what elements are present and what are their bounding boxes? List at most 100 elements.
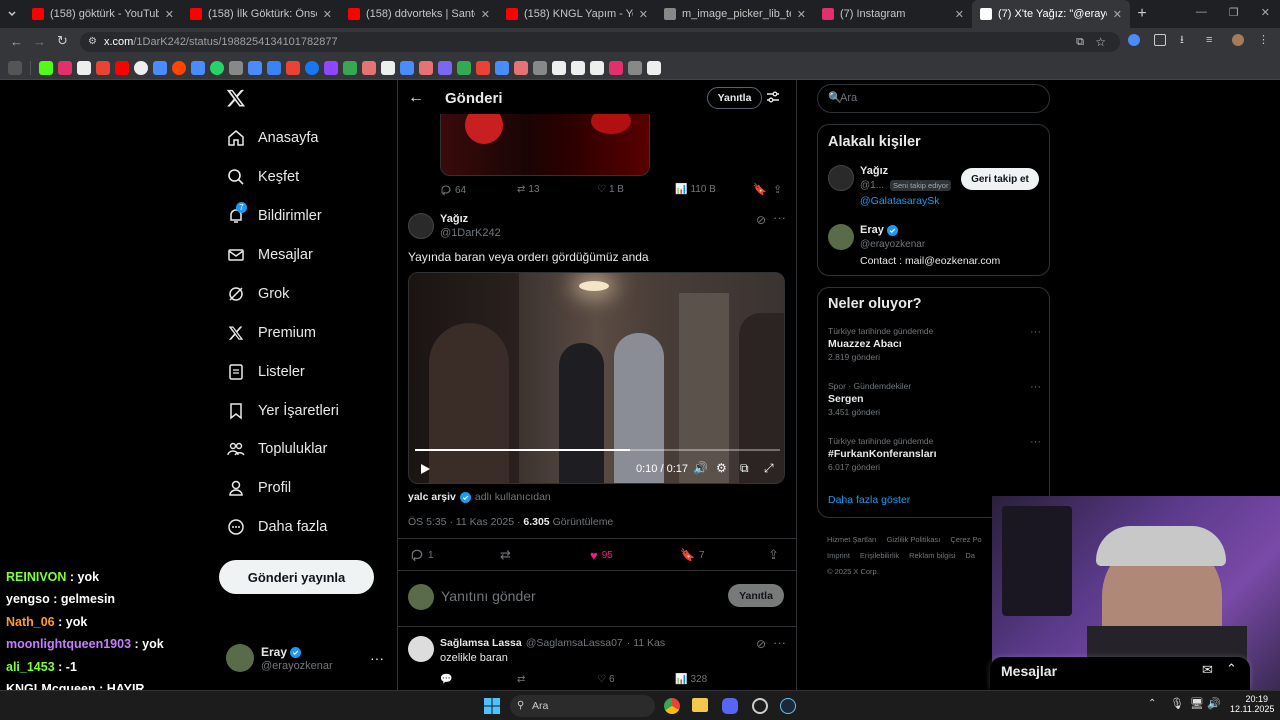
- video-source-name[interactable]: yalc arşiv: [408, 491, 456, 503]
- whatsapp-bookmark-icon[interactable]: [210, 60, 224, 75]
- extension-icon[interactable]: [1128, 34, 1140, 46]
- prev-retweet-action[interactable]: ⇄ 13: [517, 184, 540, 195]
- reply-author-name[interactable]: Sağlamsa Lassa: [440, 637, 522, 649]
- browser-tab[interactable]: (7) X'te Yağız: "@erayozkenar Y ✕: [972, 0, 1130, 28]
- bookmark-icon-13[interactable]: [457, 60, 471, 75]
- trend-more-icon[interactable]: ···: [1030, 381, 1041, 393]
- reply-retweet-icon[interactable]: ⇄: [517, 674, 525, 685]
- chrome-taskbar-icon[interactable]: [664, 698, 680, 714]
- previous-tweet-media[interactable]: [440, 114, 650, 176]
- address-bar[interactable]: ⚙ x.com/1DarK242/status/1988254134101782…: [80, 32, 1120, 52]
- tab-close-icon[interactable]: ✕: [481, 8, 490, 21]
- tweet-author-avatar[interactable]: [408, 213, 434, 239]
- trend-item[interactable]: Türkiye tarihinde gündemde Muazzez Abacı…: [828, 326, 1041, 362]
- video-progress-track[interactable]: [415, 449, 780, 451]
- settings-icon[interactable]: ⚙: [716, 461, 727, 475]
- twitch-bookmark-icon[interactable]: [324, 60, 338, 75]
- footer-link[interactable]: Da: [965, 551, 975, 560]
- tweet-more-icon[interactable]: ···: [773, 210, 786, 225]
- browser-tab[interactable]: (158) göktürk - YouTube ✕: [24, 0, 182, 28]
- youtube-bookmark-icon[interactable]: [115, 60, 129, 75]
- reply-date[interactable]: · 11 Kas: [627, 637, 665, 649]
- facebook-bookmark-icon[interactable]: [305, 60, 319, 75]
- like-action[interactable]: ♥ 95: [590, 548, 613, 563]
- network-icon[interactable]: 🖥: [1190, 697, 1204, 710]
- account-name-row[interactable]: Eray: [261, 645, 302, 659]
- bookmark-icon-6[interactable]: [286, 60, 300, 75]
- reply-views-action[interactable]: 📊 328: [675, 674, 707, 685]
- trend-more-icon[interactable]: ···: [1030, 326, 1041, 338]
- account-more-icon[interactable]: ···: [370, 650, 384, 666]
- account-avatar[interactable]: [226, 644, 254, 672]
- reload-icon[interactable]: ↻: [57, 33, 68, 49]
- share-icon[interactable]: ⇪: [768, 547, 779, 563]
- sidebar-item-communities[interactable]: Topluluklar: [226, 431, 327, 467]
- prev-bookmark-icon[interactable]: 🔖: [753, 183, 767, 196]
- back-icon[interactable]: ←: [10, 34, 23, 49]
- retweet-icon[interactable]: ⇄: [500, 547, 511, 563]
- minimize-icon[interactable]: —: [1196, 6, 1207, 19]
- discord-taskbar-icon[interactable]: [722, 698, 738, 714]
- volume-icon[interactable]: 🔊: [693, 461, 708, 475]
- reply-grok-icon[interactable]: ⊘: [756, 637, 766, 651]
- sidebar-item-profile[interactable]: Profil: [226, 470, 291, 506]
- tweet-timestamp[interactable]: ÖS 5:35 · 11 Kas 2025 ·: [408, 516, 523, 528]
- related-name-1[interactable]: Yağız: [860, 165, 888, 177]
- footer-link[interactable]: Hizmet Şartları: [827, 535, 877, 544]
- footer-link[interactable]: Çerez Po: [950, 535, 981, 544]
- download-icon[interactable]: ⭳: [1180, 34, 1192, 46]
- related-name-row-2[interactable]: Eray: [860, 224, 898, 236]
- windows-start-icon[interactable]: [484, 698, 500, 714]
- bookmark-icon-3[interactable]: [229, 60, 243, 75]
- related-handle-2[interactable]: @erayozkenar: [860, 239, 925, 250]
- tab-close-icon[interactable]: ✕: [323, 8, 332, 21]
- header-reply-button[interactable]: Yanıtla: [707, 87, 762, 109]
- x-bookmark-icon[interactable]: [77, 60, 91, 75]
- grok-icon[interactable]: ⊘: [756, 213, 766, 227]
- reply-author-avatar[interactable]: [408, 636, 434, 662]
- bookmark-icon-23[interactable]: [647, 60, 661, 75]
- sidebar-item-bell[interactable]: 7 Bildirimler: [226, 198, 322, 234]
- related-avatar-1[interactable]: [828, 165, 854, 191]
- taskbar-search[interactable]: ⚲ Ara: [510, 695, 655, 717]
- sidebar-item-x-logo[interactable]: Premium: [226, 315, 316, 351]
- expand-icon[interactable]: ⌃: [1226, 661, 1237, 677]
- bookmark-icon-14[interactable]: [476, 60, 490, 75]
- messages-dock[interactable]: Mesajlar ✉ ⌃: [990, 657, 1250, 690]
- fullscreen-icon[interactable]: ⤢: [764, 461, 774, 476]
- bookmark-icon-5[interactable]: [267, 60, 281, 75]
- bookmark-icon-18[interactable]: [552, 60, 566, 75]
- bookmark-icon-12[interactable]: [438, 60, 452, 75]
- gmail-bookmark-icon[interactable]: [96, 60, 110, 75]
- footer-link[interactable]: Erişilebilirlik: [860, 551, 899, 560]
- bookmark-icon-11[interactable]: [419, 60, 433, 75]
- bookmark-icon-21[interactable]: [609, 60, 623, 75]
- footer-link[interactable]: Imprint: [827, 551, 850, 560]
- play-icon[interactable]: [419, 463, 431, 475]
- search-box[interactable]: 🔍 Ara: [817, 84, 1050, 113]
- tab-close-icon[interactable]: ✕: [1113, 8, 1122, 21]
- bookmark-icon-4[interactable]: [248, 60, 262, 75]
- pip-icon[interactable]: ⧉: [740, 461, 749, 476]
- tab-close-icon[interactable]: ✕: [639, 8, 648, 21]
- tweet-author-handle[interactable]: @1DarK242: [440, 227, 501, 239]
- reply-submit-button[interactable]: Yanıtla: [728, 584, 784, 607]
- reply-author-handle[interactable]: @SaglamsaLassa07: [526, 637, 623, 649]
- bookmark-icon-1[interactable]: [153, 60, 167, 75]
- bookmark-icon-10[interactable]: [400, 60, 414, 75]
- forward-icon[interactable]: →: [33, 34, 46, 49]
- sidebar-item-list[interactable]: Listeler: [226, 354, 305, 390]
- profile-avatar-icon[interactable]: [1232, 34, 1244, 46]
- browser-tab[interactable]: (158) KNGL Yapım - YouTube ✕: [498, 0, 656, 28]
- bookmark-icon-20[interactable]: [590, 60, 604, 75]
- tweet-video[interactable]: 0:10 / 0:17 🔊 ⚙ ⧉ ⤢: [408, 272, 785, 484]
- browser-tab[interactable]: (7) Instagram ✕: [814, 0, 972, 28]
- install-icon[interactable]: ⧉: [1076, 32, 1084, 52]
- speaker-icon[interactable]: 🔊: [1207, 697, 1221, 710]
- instagram-bookmark-icon[interactable]: [58, 60, 72, 75]
- tab-close-icon[interactable]: ✕: [955, 8, 964, 21]
- bookmark-icon-19[interactable]: [571, 60, 585, 75]
- prev-views-action[interactable]: 📊 110 B: [675, 184, 716, 195]
- bookmark-icon-15[interactable]: [495, 60, 509, 75]
- new-tab-button[interactable]: +: [1130, 5, 1154, 23]
